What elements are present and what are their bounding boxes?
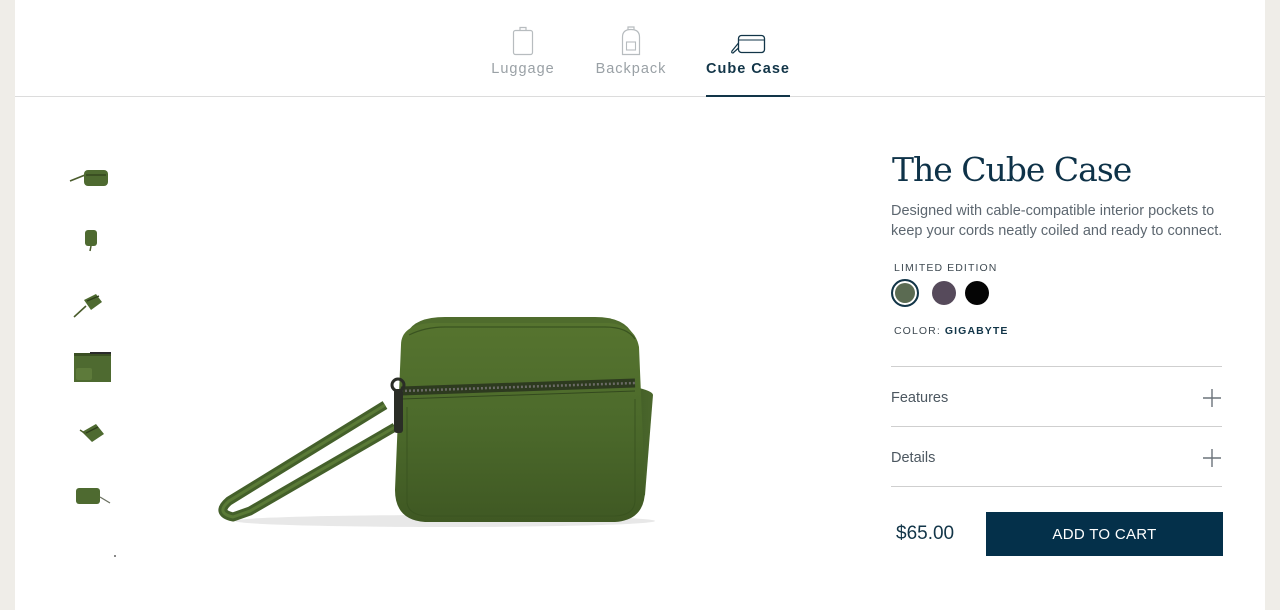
cube-case-thumbnail-image	[85, 230, 97, 252]
color-label: COLOR:	[894, 325, 941, 337]
cube-case-thumbnail-image	[76, 488, 111, 504]
cube-case-thumbnail-image	[74, 352, 111, 382]
cube-case-thumbnail-image	[69, 170, 108, 186]
tab-label-luggage: Luggage	[491, 61, 555, 77]
product-price: $65.00	[896, 523, 955, 544]
luggage-icon	[512, 26, 534, 56]
thumbnail-7[interactable]	[55, 540, 125, 590]
product-page: Luggage Backpack Cube Case The Cube Case…	[15, 0, 1265, 610]
cube-case-thumbnail-image	[73, 294, 102, 318]
product-main-image	[195, 295, 665, 535]
cube-case-icon	[731, 34, 766, 54]
backpack-icon	[621, 26, 641, 56]
product-title: The Cube Case	[892, 150, 1132, 189]
plus-icon	[1203, 449, 1221, 467]
swatch-plum[interactable]	[932, 281, 956, 305]
category-tabs: Luggage Backpack Cube Case	[15, 0, 1265, 97]
plus-icon	[1203, 389, 1221, 407]
tab-backpack[interactable]: Backpack	[593, 0, 669, 96]
thumbnail-5[interactable]	[55, 412, 125, 462]
features-accordion[interactable]: Features	[891, 366, 1222, 427]
tab-label-backpack: Backpack	[595, 61, 667, 77]
color-value: GIGABYTE	[944, 325, 1009, 337]
thumbnail-3[interactable]	[55, 284, 125, 334]
cube-case-thumbnail-image	[114, 555, 116, 557]
tab-label-cube-case: Cube Case	[706, 61, 790, 77]
features-label: Features	[891, 390, 949, 406]
thumbnail-2[interactable]	[55, 220, 125, 270]
details-label: Details	[891, 450, 936, 466]
cube-case-thumbnail-image	[79, 424, 104, 442]
selected-color: COLOR: GIGABYTE	[894, 325, 1009, 337]
tab-cube-case[interactable]: Cube Case	[706, 0, 790, 97]
tab-luggage[interactable]: Luggage	[487, 0, 559, 96]
thumbnail-1[interactable]	[55, 156, 125, 206]
details-accordion[interactable]: Details	[891, 426, 1222, 487]
divider	[891, 486, 1222, 487]
thumbnail-6[interactable]	[55, 476, 125, 526]
product-description: Designed with cable-compatible interior …	[891, 203, 1223, 239]
swatch-gigabyte[interactable]	[891, 279, 919, 307]
swatch-black[interactable]	[965, 281, 989, 305]
thumbnail-4[interactable]	[55, 348, 125, 398]
edition-label: LIMITED EDITION	[894, 262, 998, 274]
add-to-cart-button[interactable]: ADD TO CART	[986, 512, 1223, 556]
